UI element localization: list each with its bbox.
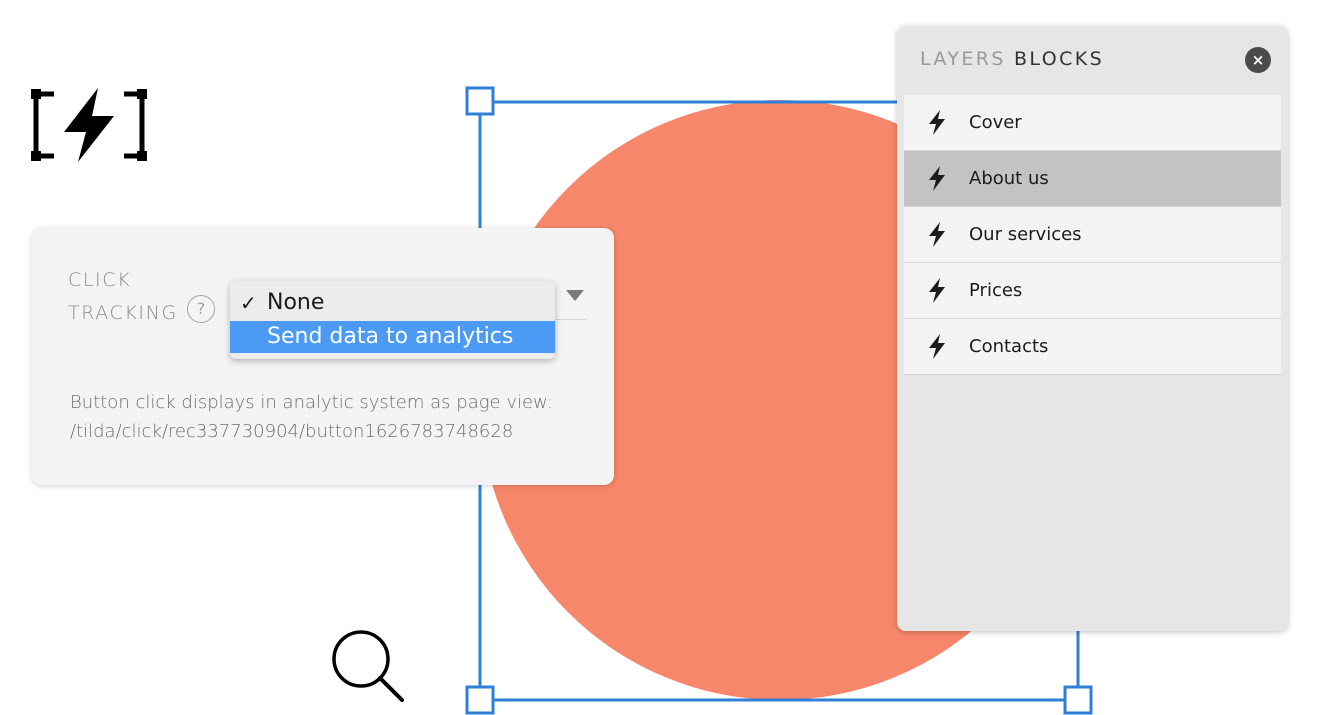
blocks-panel: LAYERS BLOCKS × Cover About us Our servi… [897,26,1288,631]
block-item-label: Prices [969,280,1023,301]
block-item-our-services[interactable]: Our services [904,207,1281,263]
lightning-icon [929,334,945,359]
option-send-data-to-analytics[interactable]: Send data to analytics [230,321,555,353]
checkmark-icon: ✓ [240,291,257,315]
tab-blocks[interactable]: BLOCKS [1014,46,1104,72]
block-item-contacts[interactable]: Contacts [904,319,1281,375]
close-icon[interactable]: × [1245,47,1271,73]
lightning-icon [929,222,945,247]
chevron-down-icon[interactable] [566,290,584,301]
lightning-icon [929,110,945,135]
click-tracking-panel: CLICK TRACKING ? ✓ None Send data to ana… [32,228,614,485]
block-item-prices[interactable]: Prices [904,263,1281,319]
lightning-icon [929,278,945,303]
click-tracking-label: CLICK TRACKING [68,269,178,324]
block-item-about-us[interactable]: About us [904,151,1281,207]
click-tracking-dropdown[interactable]: ✓ None Send data to analytics [230,281,555,359]
resize-handle-bottom-right [1063,685,1093,715]
help-icon[interactable]: ? [187,295,215,323]
click-tracking-description: Button click displays in analytic system… [70,392,553,442]
block-item-label: Our services [969,224,1082,245]
magnifier-icon[interactable] [330,628,406,704]
block-item-label: About us [969,168,1049,189]
block-item-label: Contacts [969,336,1049,357]
lightning-icon [929,166,945,191]
block-item-label: Cover [969,112,1022,133]
option-none[interactable]: ✓ None [230,287,555,319]
resize-handle-top-left [465,86,495,116]
block-item-cover[interactable]: Cover [904,95,1281,151]
block-list: Cover About us Our services Prices Conta… [904,95,1281,375]
resize-handle-bottom-left [465,685,495,715]
tab-layers[interactable]: LAYERS [920,46,1006,72]
